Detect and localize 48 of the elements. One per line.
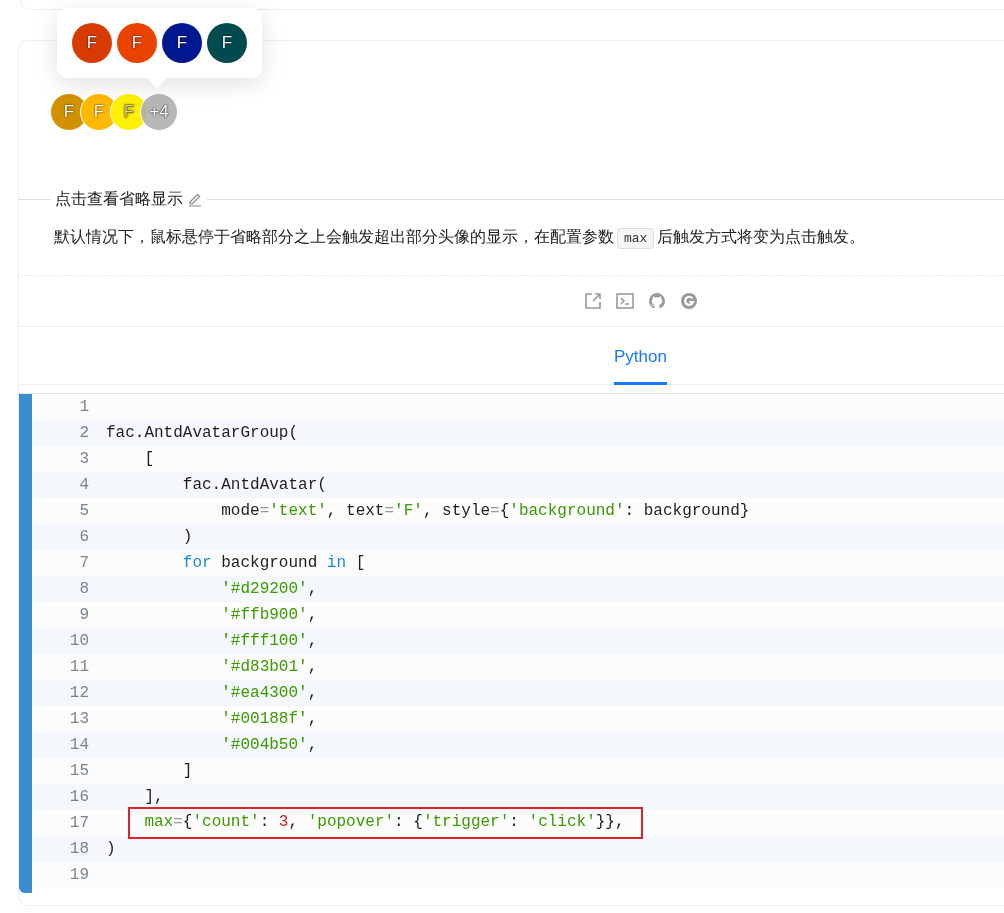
code-line: [ (144, 449, 154, 470)
terminal-icon[interactable] (615, 292, 634, 310)
line-number: 1 (78, 397, 89, 418)
pencil-icon[interactable] (187, 191, 203, 207)
code-line: ], (144, 787, 164, 808)
code-line: '#ffb900', (221, 605, 318, 626)
code-line: '#d83b01', (221, 657, 318, 678)
code-line: ) (106, 839, 116, 860)
line-number: 14 (68, 735, 89, 756)
code-line: '#004b50', (221, 735, 318, 756)
code-line: mode='text', text='F', style={'background': background} (221, 501, 750, 522)
line-number: 10 (68, 631, 89, 652)
line-number: 5 (78, 501, 89, 522)
line-number: 11 (68, 657, 89, 678)
g-logo-icon[interactable] (679, 292, 698, 310)
line-number: 18 (68, 839, 89, 860)
line-number: 7 (78, 553, 89, 574)
section-title: 点击查看省略显示 (55, 189, 183, 209)
line-number: 19 (68, 865, 89, 886)
line-number: 3 (78, 449, 89, 470)
code-line: ] (182, 761, 193, 782)
avatar[interactable]: F (207, 23, 247, 63)
code-line: fac.AntdAvatar( (182, 475, 327, 496)
line-number: 17 (68, 813, 89, 834)
code-line: '#fff100', (221, 631, 318, 652)
line-number: 15 (68, 761, 89, 782)
avatar[interactable]: F (72, 23, 112, 63)
code-line: '#ea4300', (221, 683, 318, 704)
line-number: 9 (78, 605, 89, 626)
github-icon[interactable] (647, 292, 666, 310)
external-link-icon[interactable] (583, 292, 602, 310)
avatar[interactable]: F (162, 23, 202, 63)
line-number: 8 (78, 579, 89, 600)
code-line: for background in [ (182, 553, 366, 574)
overflow-count[interactable]: +4 (140, 93, 178, 131)
line-number: 2 (78, 423, 89, 444)
line-number: 16 (68, 787, 89, 808)
line-number: 12 (68, 683, 89, 704)
line-number: 13 (68, 709, 89, 730)
code-line: ) (182, 527, 193, 548)
tab[interactable]: Python (614, 327, 667, 385)
line-number: 6 (78, 527, 89, 548)
avatar[interactable]: F (117, 23, 157, 63)
code-line: '#00188f', (221, 709, 318, 730)
line-number: 4 (78, 475, 89, 496)
code-line: '#d29200', (221, 579, 318, 600)
code-line: fac.AntdAvatarGroup( (106, 423, 299, 444)
description-text: 默认情况下，鼠标悬停于省略部分之上会触发超出部分头像的显示，在配置参数 max 后触发方式将变为点击触发。 (54, 225, 1004, 249)
